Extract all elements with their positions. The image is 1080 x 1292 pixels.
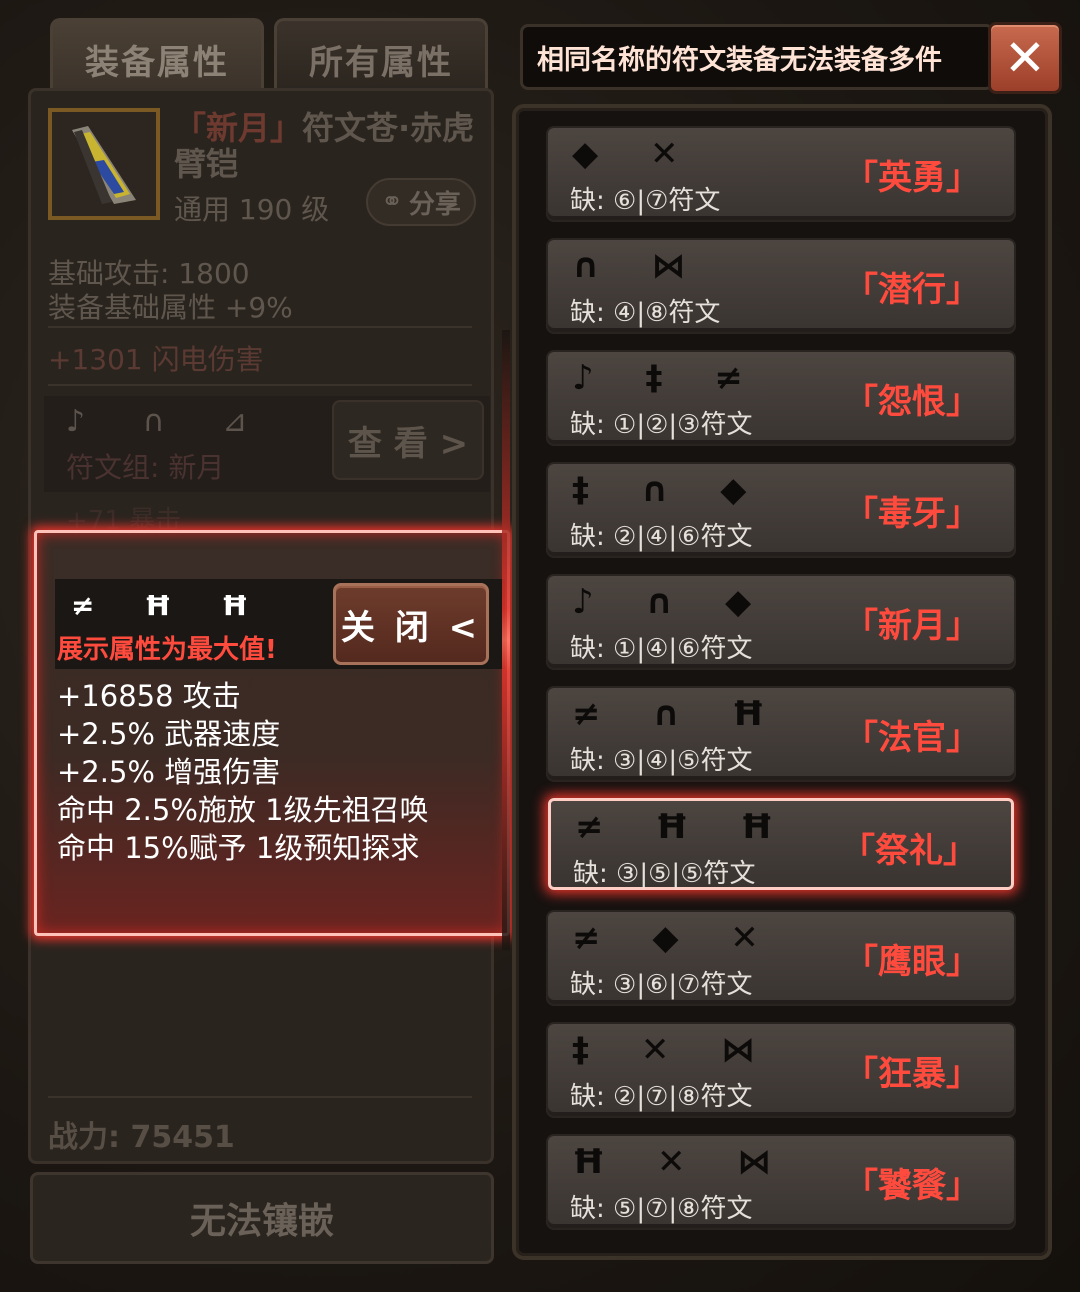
set-missing-runes: 缺: ⑤|⑦|⑧符文 xyxy=(570,1194,753,1224)
set-row-xinyue[interactable]: ♪ ∩ ◆ 缺: ①|④|⑥符文 「新月」 xyxy=(548,576,1014,668)
divider xyxy=(48,1096,472,1098)
close-icon[interactable]: ✕ xyxy=(988,22,1062,94)
set-name: 「狂暴」 xyxy=(844,1054,980,1094)
set-missing-runes: 缺: ③|⑥|⑦符文 xyxy=(570,970,753,1000)
set-name: 「英勇」 xyxy=(844,158,980,198)
set-row-kuangbao[interactable]: ‡ ✕ ⋈ 缺: ②|⑦|⑧符文 「狂暴」 xyxy=(548,1024,1014,1116)
set-rune-glyphs: ‡ ∩ ◆ xyxy=(572,470,767,510)
rune-group-label: 符文组: 新月 xyxy=(66,451,225,484)
item-level: 通用 190 级 xyxy=(174,193,330,226)
set-row-yingyong[interactable]: ◆ ✕ 缺: ⑥|⑦符文 「英勇」 xyxy=(548,128,1014,220)
divider xyxy=(48,326,472,328)
set-missing-runes: 缺: ①|④|⑥符文 xyxy=(570,634,753,664)
set-name: 「法官」 xyxy=(844,718,980,758)
set-missing-runes: 缺: ⑥|⑦符文 xyxy=(570,186,721,216)
set-rune-glyphs: ≠ ◆ ✕ xyxy=(572,918,779,958)
share-button[interactable]: ⚭ 分享 xyxy=(366,178,476,226)
share-icon: ⚭ xyxy=(381,187,403,217)
set-rune-glyphs: ≠ Ħ Ħ xyxy=(575,807,794,847)
item-name: 「新月」符文苍·赤虎臂铠 xyxy=(174,110,484,182)
tooltip-rune-glyphs: ≠ Ħ Ħ xyxy=(71,589,269,622)
tooltip-max-note: 展示属性为最大值! xyxy=(57,635,277,665)
set-name: 「毒牙」 xyxy=(844,494,980,534)
set-name: 「鹰眼」 xyxy=(844,942,980,982)
item-icon[interactable] xyxy=(48,108,160,220)
set-name: 「祭礼」 xyxy=(841,831,977,871)
set-name: 「潜行」 xyxy=(844,270,980,310)
socketed-runes: ♪ ∩ ⊿ xyxy=(66,404,272,439)
divider xyxy=(48,384,472,386)
tab-all-attributes[interactable]: 所有属性 xyxy=(274,18,488,98)
tooltip-stat: 命中 2.5%施放 1级先祖召唤 xyxy=(57,793,429,827)
tooltip-stat: 命中 15%赋予 1级预知探求 xyxy=(57,831,420,865)
view-button[interactable]: 查 看 > xyxy=(332,400,484,480)
set-name: 「饕餮」 xyxy=(844,1166,980,1206)
set-missing-runes: 缺: ②|⑦|⑧符文 xyxy=(570,1082,753,1112)
set-rune-glyphs: ∩ ⋈ xyxy=(572,246,706,286)
tooltip-stat: +2.5% 增强伤害 xyxy=(57,755,281,789)
set-rune-glyphs: ♪ ∩ ◆ xyxy=(572,582,772,622)
set-rune-glyphs: ≠ ∩ Ħ xyxy=(572,694,785,734)
set-row-yingyan[interactable]: ≠ ◆ ✕ 缺: ③|⑥|⑦符文 「鹰眼」 xyxy=(548,912,1014,1004)
set-row-jili[interactable]: ≠ Ħ Ħ 缺: ③|⑤|⑤符文 「祭礼」 xyxy=(548,798,1014,890)
rune-set-tooltip: ≠ Ħ Ħ 展示属性为最大值! 关 闭 < +16858 攻击 +2.5% 武器… xyxy=(34,530,510,936)
set-missing-runes: 缺: ③|⑤|⑤符文 xyxy=(573,859,756,889)
base-attribute-bonus: 装备基础属性 +9% xyxy=(48,291,293,324)
item-set-name: 「新月」 xyxy=(174,109,303,147)
inlay-button[interactable]: 无法镶嵌 xyxy=(30,1172,494,1264)
lightning-damage: +1301 闪电伤害 xyxy=(48,343,264,376)
set-rune-glyphs: ◆ ✕ xyxy=(572,134,699,174)
tab-equip-attributes[interactable]: 装备属性 xyxy=(50,18,264,98)
combat-power: 战力: 75451 xyxy=(48,1120,235,1155)
set-rune-glyphs: ‡ ✕ ⋈ xyxy=(572,1030,776,1070)
set-missing-runes: 缺: ①|②|③符文 xyxy=(570,410,753,440)
bracer-icon xyxy=(72,126,136,204)
tooltip-close-button[interactable]: 关 闭 < xyxy=(333,583,489,665)
share-label: 分享 xyxy=(408,189,461,220)
tooltip-stat: +16858 攻击 xyxy=(57,679,241,713)
set-row-taotie[interactable]: Ħ ✕ ⋈ 缺: ⑤|⑦|⑧符文 「饕餮」 xyxy=(548,1136,1014,1228)
set-name: 「怨恨」 xyxy=(844,382,980,422)
set-missing-runes: 缺: ④|⑧符文 xyxy=(570,298,721,328)
set-list-title: 相同名称的符文装备无法装备多件 xyxy=(520,24,994,90)
set-rune-glyphs: Ħ ✕ ⋈ xyxy=(572,1142,792,1182)
set-missing-runes: 缺: ③|④|⑤符文 xyxy=(570,746,753,776)
tooltip-stats: +16858 攻击 +2.5% 武器速度 +2.5% 增强伤害 命中 2.5%施… xyxy=(57,677,429,867)
set-name: 「新月」 xyxy=(844,606,980,646)
set-row-yuanhen[interactable]: ♪ ‡ ≠ 缺: ①|②|③符文 「怨恨」 xyxy=(548,352,1014,444)
set-row-faguan[interactable]: ≠ ∩ Ħ 缺: ③|④|⑤符文 「法官」 xyxy=(548,688,1014,780)
tooltip-stat: +2.5% 武器速度 xyxy=(57,717,281,751)
set-row-qianxing[interactable]: ∩ ⋈ 缺: ④|⑧符文 「潜行」 xyxy=(548,240,1014,332)
set-rune-glyphs: ♪ ‡ ≠ xyxy=(572,358,763,398)
selection-glow xyxy=(502,330,510,950)
set-missing-runes: 缺: ②|④|⑥符文 xyxy=(570,522,753,552)
set-row-duya[interactable]: ‡ ∩ ◆ 缺: ②|④|⑥符文 「毒牙」 xyxy=(548,464,1014,556)
